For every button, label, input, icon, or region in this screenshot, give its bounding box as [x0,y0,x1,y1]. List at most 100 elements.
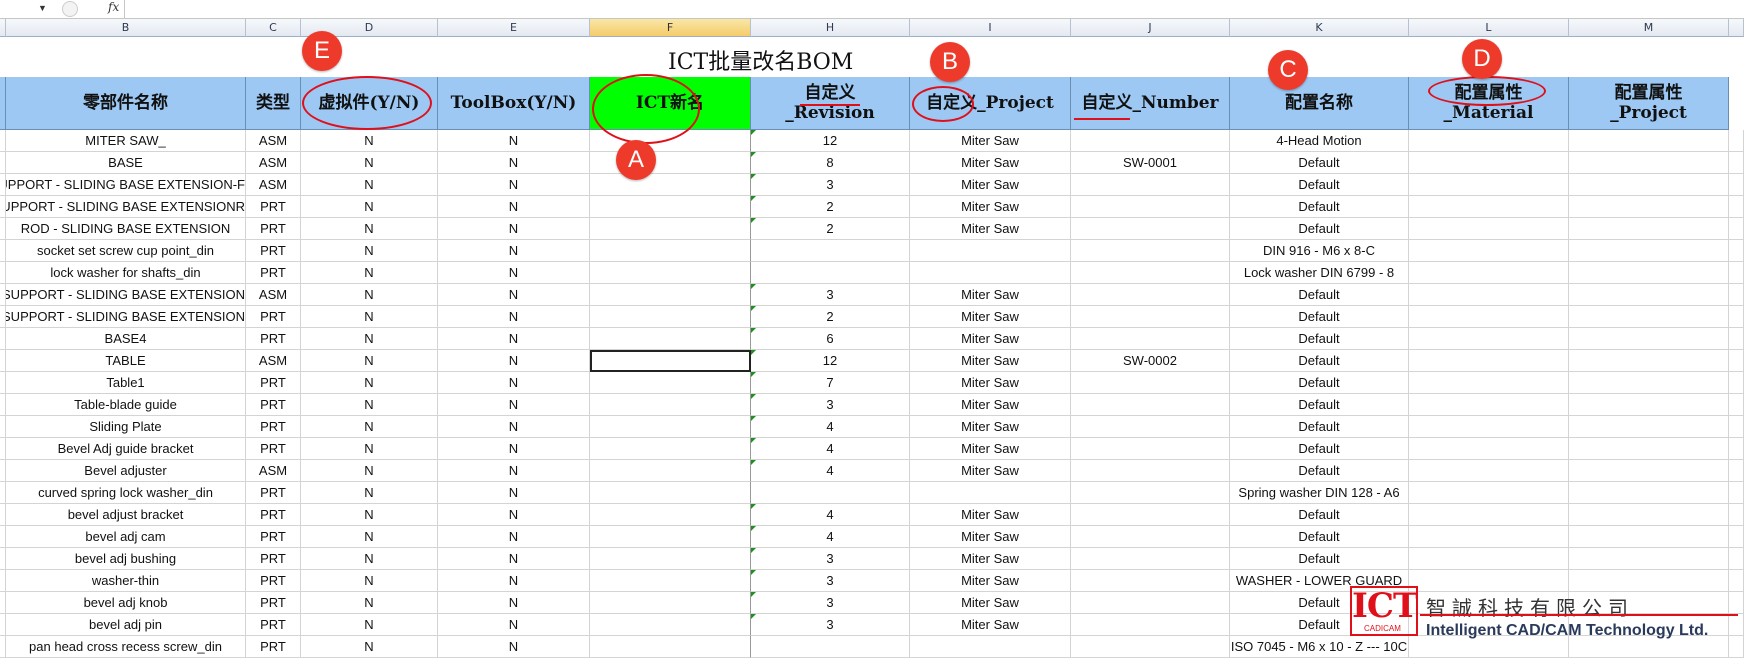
namebox-dropdown-icon[interactable]: ▼ [38,3,47,13]
table-cell-cproj[interactable] [1569,504,1729,526]
table-cell-type[interactable]: PRT [246,592,301,614]
table-cell-project[interactable]: Miter Saw [910,196,1071,218]
table-cell-name[interactable]: TABLE [6,350,246,372]
table-cell-virtual[interactable]: N [301,174,438,196]
table-cell-number[interactable]: SW-0002 [1071,350,1230,372]
table-cell-project[interactable]: Miter Saw [910,328,1071,350]
table-cell-cproj[interactable] [1569,196,1729,218]
column-header-j[interactable]: J [1071,19,1230,37]
table-cell-cproj[interactable] [1569,350,1729,372]
table-cell-rev[interactable]: 4 [751,416,910,438]
table-cell-ict[interactable] [590,372,751,394]
table-cell-mat[interactable] [1409,218,1569,240]
table-cell-name[interactable]: ROD - SLIDING BASE EXTENSION [6,218,246,240]
table-cell-type[interactable]: ASM [246,350,301,372]
table-cell-cproj[interactable] [1569,394,1729,416]
table-cell-toolbox[interactable]: N [438,570,590,592]
table-cell-number[interactable] [1071,130,1230,152]
table-cell-rev[interactable]: 3 [751,592,910,614]
table-cell-virtual[interactable]: N [301,636,438,658]
table-cell-toolbox[interactable]: N [438,174,590,196]
table-cell-toolbox[interactable]: N [438,130,590,152]
table-cell-virtual[interactable]: N [301,570,438,592]
table-cell-project[interactable]: Miter Saw [910,306,1071,328]
table-cell-number[interactable] [1071,306,1230,328]
table-cell-ict[interactable] [590,218,751,240]
table-cell-type[interactable]: ASM [246,152,301,174]
table-cell-mat[interactable] [1409,482,1569,504]
table-cell-config[interactable]: Default [1230,218,1409,240]
table-cell-virtual[interactable]: N [301,152,438,174]
table-cell-rev[interactable]: 3 [751,614,910,636]
table-cell-number[interactable] [1071,262,1230,284]
table-cell-type[interactable]: PRT [246,438,301,460]
column-header-e[interactable]: E [438,19,590,37]
table-cell-number[interactable] [1071,196,1230,218]
table-cell-virtual[interactable]: N [301,350,438,372]
table-cell-ict[interactable] [590,284,751,306]
table-cell-name[interactable]: bevel adj bushing [6,548,246,570]
table-cell-ict[interactable] [590,240,751,262]
table-cell-ict[interactable] [590,416,751,438]
table-cell-virtual[interactable]: N [301,240,438,262]
table-cell[interactable] [1729,350,1744,372]
table-cell-project[interactable]: Miter Saw [910,284,1071,306]
table-cell-virtual[interactable]: N [301,504,438,526]
table-cell-virtual[interactable]: N [301,416,438,438]
table-cell-mat[interactable] [1409,174,1569,196]
table-cell-name[interactable]: SUPPORT - SLIDING BASE EXTENSIONR [6,196,246,218]
header-config-name[interactable]: 配置名称 [1230,77,1409,130]
table-cell-cproj[interactable] [1569,416,1729,438]
table-cell-project[interactable]: Miter Saw [910,152,1071,174]
table-cell-rev[interactable]: 6 [751,328,910,350]
table-cell-config[interactable]: Spring washer DIN 128 - A6 [1230,482,1409,504]
table-cell-ict[interactable] [590,394,751,416]
table-cell[interactable] [1729,130,1744,152]
table-cell-virtual[interactable]: N [301,328,438,350]
table-cell-rev[interactable]: 3 [751,284,910,306]
table-cell-rev[interactable]: 12 [751,350,910,372]
table-cell-virtual[interactable]: N [301,130,438,152]
table-cell-mat[interactable] [1409,504,1569,526]
table-cell-ict[interactable] [590,526,751,548]
table-cell-type[interactable]: ASM [246,284,301,306]
table-cell-mat[interactable] [1409,130,1569,152]
table-cell-type[interactable]: PRT [246,548,301,570]
table-cell-toolbox[interactable]: N [438,592,590,614]
table-cell-rev[interactable]: 3 [751,570,910,592]
table-cell-mat[interactable] [1409,306,1569,328]
table-cell-name[interactable]: socket set screw cup point_din [6,240,246,262]
table-cell-virtual[interactable]: N [301,592,438,614]
table-cell-name[interactable]: BASE4 [6,328,246,350]
table-cell-ict[interactable] [590,636,751,658]
table-cell-type[interactable]: PRT [246,614,301,636]
column-header-c[interactable]: C [246,19,301,37]
column-header-m[interactable]: M [1569,19,1729,37]
table-cell-toolbox[interactable]: N [438,614,590,636]
table-cell[interactable] [1729,416,1744,438]
table-cell-number[interactable] [1071,416,1230,438]
table-cell[interactable] [1729,548,1744,570]
table-cell-config[interactable]: Default [1230,350,1409,372]
table-cell-mat[interactable] [1409,240,1569,262]
table-cell-virtual[interactable]: N [301,438,438,460]
table-cell-name[interactable]: lock washer for shafts_din [6,262,246,284]
table-cell-mat[interactable] [1409,394,1569,416]
column-header-h[interactable]: H [751,19,910,37]
table-cell-virtual[interactable]: N [301,460,438,482]
formula-scroll-button[interactable] [62,1,78,17]
table-cell-number[interactable] [1071,592,1230,614]
table-cell-ict[interactable] [590,350,751,372]
table-cell-config[interactable]: Default [1230,152,1409,174]
table-cell-name[interactable]: bevel adj cam [6,526,246,548]
table-cell-ict[interactable] [590,328,751,350]
table-cell-number[interactable]: SW-0001 [1071,152,1230,174]
table-cell-ict[interactable] [590,570,751,592]
table-cell[interactable] [1729,174,1744,196]
table-cell-name[interactable]: _MITER SAW [6,130,246,152]
table-cell[interactable] [1729,152,1744,174]
table-cell[interactable] [1729,482,1744,504]
table-cell-cproj[interactable] [1569,130,1729,152]
table-cell-cproj[interactable] [1569,306,1729,328]
table-cell-name[interactable]: bevel adj pin [6,614,246,636]
